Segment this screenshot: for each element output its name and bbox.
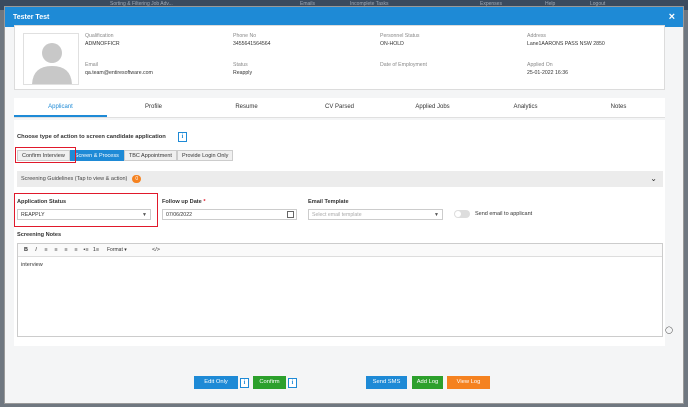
tab-resume[interactable]: Resume [200,98,293,117]
info-icon[interactable]: i [178,132,187,142]
screening-guidelines-bar[interactable]: Screening Guidelines (Tap to view & acti… [17,171,663,187]
applied-value: 25-01-2022 16:36 [527,70,568,76]
status-field: Status Reapply [233,62,252,76]
avatar-placeholder-icon [24,34,78,84]
view-log-button[interactable]: View Log [447,376,490,389]
send-sms-button[interactable]: Send SMS [366,376,407,389]
email-template-placeholder: Select email template [312,212,362,218]
bold-button[interactable]: B [21,247,31,253]
send-email-label: Send email to applicant [475,211,533,217]
bullet-list-icon[interactable]: •≡ [81,247,91,253]
qualification-label: Qualification [85,33,114,39]
tab-notes[interactable]: Notes [572,98,665,117]
phone-value: 3455641564564 [233,41,271,47]
email-template-select[interactable]: Select email template ▼ [308,209,443,220]
email-field: Email qa.team@entiresoftware.com [85,62,153,76]
followup-date-label: Follow up Date * [162,199,206,205]
align-center-icon[interactable]: ≡ [51,247,61,253]
italic-button[interactable]: I [31,247,41,253]
qualification-field: Qualification ADMNOFFICR [85,33,120,47]
choose-action-label: Choose type of action to screen candidat… [17,134,166,140]
highlight-box-status [14,193,158,227]
applicant-panel: Choose type of action to screen candidat… [14,120,673,346]
confirm-button[interactable]: Confirm [253,376,286,389]
tab-bar: Applicant Profile Resume CV Parsed Appli… [14,98,665,118]
personnel-status-value: ON-HOLD [380,41,404,47]
tab-cv-parsed[interactable]: CV Parsed [293,98,386,117]
edit-only-button[interactable]: Edit Only [194,376,238,389]
avatar [23,33,79,85]
tbc-appointment-button[interactable]: TBC Appointment [123,150,177,161]
employment-label: Date of Employment [380,62,427,68]
align-justify-icon[interactable]: ≡ [71,247,81,253]
modal-title: Tester Test [13,13,50,21]
applied-field: Applied On 25-01-2022 16:36 [527,62,568,76]
email-value: qa.team@entiresoftware.com [85,70,153,76]
address-value: Lane1AARONS PASS NSW 2850 [527,41,605,47]
profile-card: Qualification ADMNOFFICR Phone No 345564… [14,25,665,90]
send-email-toggle[interactable] [454,210,470,218]
personnel-status-field: Personnel Status ON-HOLD [380,33,420,47]
employment-field: Date of Employment [380,62,427,70]
followup-date-input[interactable]: 07/06/2022 [162,209,297,220]
guidelines-count-badge: 0 [132,175,142,183]
close-icon[interactable]: × [669,11,675,23]
screening-notes-editor[interactable]: B I ≡ ≡ ≡ ≡ •≡ 1≡ Format ▾ </> interview [17,243,663,337]
notes-text[interactable]: interview [18,257,662,273]
status-value: Reapply [233,70,253,76]
screening-notes-label: Screening Notes [17,232,62,238]
add-log-button[interactable]: Add Log [412,376,443,389]
tab-analytics[interactable]: Analytics [479,98,572,117]
tab-applicant[interactable]: Applicant [14,98,107,117]
tab-applied-jobs[interactable]: Applied Jobs [386,98,479,117]
align-left-icon[interactable]: ≡ [41,247,51,253]
phone-label: Phone No [233,33,257,39]
confirm-info-icon[interactable]: i [288,378,297,388]
edit-only-info-icon[interactable]: i [240,378,249,388]
tab-profile[interactable]: Profile [107,98,200,117]
personnel-status-label: Personnel Status [380,33,420,39]
phone-field: Phone No 3455641564564 [233,33,271,47]
format-dropdown[interactable]: Format ▾ [107,247,151,253]
highlight-box-confirm [15,147,76,163]
calendar-icon[interactable] [287,211,294,218]
qualification-value: ADMNOFFICR [85,41,120,47]
status-label: Status [233,62,248,68]
align-right-icon[interactable]: ≡ [61,247,71,253]
code-view-icon[interactable]: </> [151,247,161,253]
address-label: Address [527,33,547,39]
resize-handle-icon[interactable]: ◯ [665,326,673,334]
email-label: Email [85,62,98,68]
email-template-label: Email Template [308,199,349,205]
dropdown-caret-icon: ▼ [434,212,439,218]
provide-login-button[interactable]: Provide Login Only [176,150,234,161]
guidelines-label: Screening Guidelines (Tap to view & acti… [21,176,128,182]
followup-date-value: 07/06/2022 [166,212,192,218]
applied-label: Applied On [527,62,553,68]
chevron-down-icon[interactable]: ⌄ [650,174,657,183]
screen-process-button[interactable]: Screen & Process [69,150,124,161]
address-field: Address Lane1AARONS PASS NSW 2850 [527,33,605,47]
numbered-list-icon[interactable]: 1≡ [91,247,101,253]
editor-toolbar: B I ≡ ≡ ≡ ≡ •≡ 1≡ Format ▾ </> [18,244,662,257]
modal-header: Tester Test × [5,7,683,27]
